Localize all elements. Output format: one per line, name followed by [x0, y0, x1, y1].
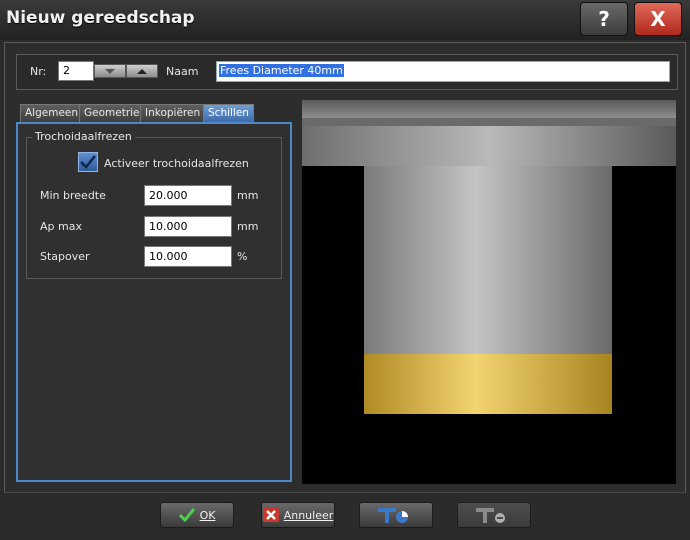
ap-max-unit: mm	[237, 220, 259, 233]
tab-geometrie[interactable]: Geometrie	[79, 104, 145, 122]
tool-info-icon	[476, 508, 505, 523]
min-breedte-label: Min breedte	[40, 189, 106, 202]
ok-label: OK	[199, 508, 216, 522]
window-title: Nieuw gereedschap	[6, 8, 195, 28]
naam-label: Naam	[166, 65, 199, 78]
help-icon: ?	[598, 7, 610, 31]
checkmark-icon	[80, 155, 96, 169]
tool-preview	[302, 100, 676, 484]
group-title: Trochoidaalfrezen	[32, 130, 135, 143]
naam-value: Frees Diameter 40mm	[219, 64, 344, 77]
chevron-down-icon	[105, 68, 115, 74]
cancel-button[interactable]: Annuleer	[261, 502, 335, 528]
ap-max-label: Ap max	[40, 220, 82, 233]
nr-increment-button[interactable]	[126, 64, 158, 78]
holder-band	[302, 126, 676, 166]
tool-library-icon	[378, 508, 408, 523]
tool-cutter-tip	[364, 354, 612, 414]
tab-schillen[interactable]: Schillen	[203, 104, 254, 122]
nr-decrement-button[interactable]	[94, 64, 126, 78]
tab-algemeen[interactable]: Algemeen	[20, 104, 84, 122]
stapover-input[interactable]: 10.000	[144, 246, 232, 267]
activate-checkbox[interactable]	[78, 152, 98, 172]
nr-label: Nr:	[30, 65, 47, 78]
tab-inkopieren[interactable]: Inkopiëren	[140, 104, 206, 122]
holder-top	[302, 100, 676, 118]
close-button[interactable]: X	[634, 2, 682, 36]
checkbox-label: Activeer trochoidaalfrezen	[104, 157, 249, 170]
stapover-unit: %	[237, 250, 248, 263]
min-breedte-input[interactable]: 20.000	[144, 185, 232, 206]
ap-max-input[interactable]: 10.000	[144, 216, 232, 237]
chevron-up-icon	[137, 68, 147, 74]
tool-shank	[364, 166, 612, 354]
tool-info-button[interactable]	[457, 502, 531, 528]
ok-button[interactable]: OK	[160, 502, 234, 528]
stapover-label: Stapover	[40, 250, 90, 263]
tool-preview-graphic	[302, 100, 676, 414]
button-bar	[4, 492, 686, 536]
cross-icon	[262, 508, 279, 522]
check-icon	[178, 508, 195, 522]
naam-input[interactable]: Frees Diameter 40mm	[216, 61, 670, 82]
help-button[interactable]: ?	[580, 2, 628, 36]
close-icon: X	[650, 7, 666, 31]
cancel-label: Annuleer	[283, 508, 334, 522]
nr-input[interactable]: 2	[58, 61, 94, 81]
tool-library-button[interactable]	[359, 502, 433, 528]
min-breedte-unit: mm	[237, 189, 259, 202]
